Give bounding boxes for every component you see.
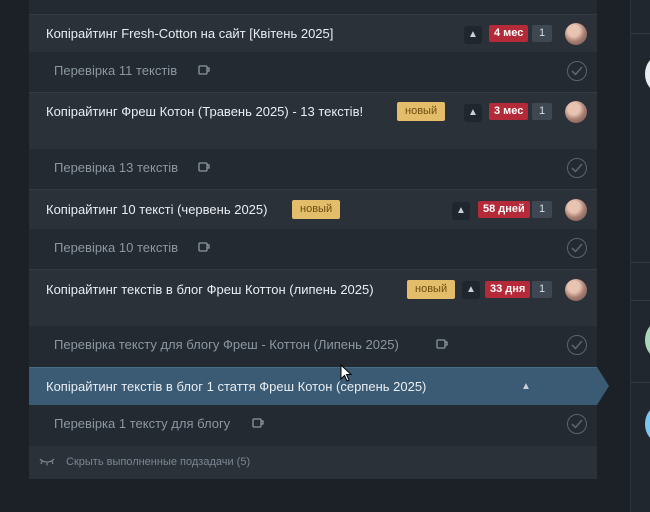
task-title[interactable]: Копірайтинг 10 тексті (червень 2025) [46, 202, 267, 217]
right-panel-divider [631, 262, 650, 263]
task-row[interactable]: Копірайтинг Fresh-Cotton на сайт [Квітен… [29, 14, 597, 52]
mouse-cursor [340, 364, 352, 382]
new-badge: новый [407, 280, 456, 299]
cup-icon [252, 418, 264, 428]
task-title[interactable]: Копірайтинг текстів в блог Фреш Коттон (… [46, 282, 374, 297]
due-badge: 58 дней [478, 201, 530, 218]
chevron-up-icon[interactable]: ▲ [452, 202, 470, 220]
right-panel-divider [631, 300, 650, 301]
avatar [645, 56, 650, 92]
right-panel [630, 0, 650, 512]
check-circle-icon[interactable] [567, 335, 587, 355]
cup-icon [198, 65, 210, 75]
task-row[interactable]: Копірайтинг Фреш Котон (Травень 2025) - … [29, 92, 597, 149]
subtask-title[interactable]: Перевірка 1 тексту для блогу [54, 416, 230, 431]
active-indicator [597, 367, 609, 405]
subtask-row[interactable]: Перевірка 13 текстів [29, 149, 597, 187]
avatar[interactable] [565, 279, 587, 301]
check-circle-icon[interactable] [567, 238, 587, 258]
subtask-row[interactable]: Перевірка 11 текстів [29, 52, 597, 90]
task-title[interactable]: Копірайтинг текстів в блог 1 стаття Фреш… [46, 379, 426, 394]
avatar [645, 406, 650, 442]
check-circle-icon[interactable] [567, 414, 587, 434]
due-badge: 4 мес [489, 25, 529, 42]
right-panel-divider [631, 382, 650, 383]
subtask-count: 1 [532, 25, 552, 42]
check-circle-icon[interactable] [567, 61, 587, 81]
new-badge: новый [292, 200, 341, 219]
due-badge: 3 мес [489, 103, 529, 120]
subtask-row[interactable]: Перевірка 10 текстів [29, 229, 597, 267]
avatar[interactable] [565, 199, 587, 221]
check-circle-icon[interactable] [567, 158, 587, 178]
task-title[interactable]: Копірайтинг Fresh-Cotton на сайт [Квітен… [46, 26, 333, 41]
due-badge: 33 дня [485, 281, 531, 298]
avatar[interactable] [565, 23, 587, 45]
chevron-up-icon[interactable]: ▲ [517, 378, 535, 396]
chevron-up-icon[interactable]: ▲ [462, 281, 480, 299]
chevron-up-icon[interactable]: ▲ [464, 104, 482, 122]
new-badge: новый [397, 102, 446, 121]
subtask-count: 1 [532, 201, 552, 218]
task-row[interactable]: Копірайтинг текстів в блог Фреш Коттон (… [29, 269, 597, 326]
task-row-active[interactable]: Копірайтинг текстів в блог 1 стаття Фреш… [29, 367, 597, 405]
subtask-title[interactable]: Перевірка 10 текстів [54, 240, 178, 255]
cup-icon [198, 242, 210, 252]
task-title[interactable]: Копірайтинг Фреш Котон (Травень 2025) - … [46, 104, 363, 119]
avatar[interactable] [565, 101, 587, 123]
subtask-count: 1 [532, 103, 552, 120]
hide-completed-toggle[interactable]: Скрыть выполненные подзадачи (5) [29, 446, 597, 479]
chevron-up-icon[interactable]: ▲ [464, 26, 482, 44]
subtask-title[interactable]: Перевірка тексту для блогу Фреш - Коттон… [54, 337, 399, 352]
task-row[interactable]: Копірайтинг 10 тексті (червень 2025) нов… [29, 189, 597, 229]
subtask-count: 1 [532, 281, 552, 298]
eye-closed-icon [39, 458, 55, 466]
cup-icon [198, 162, 210, 172]
subtask-title[interactable]: Перевірка 11 текстів [54, 63, 177, 78]
hide-completed-label[interactable]: Скрыть выполненные подзадачи (5) [66, 456, 250, 468]
cup-icon [436, 339, 448, 349]
subtask-row[interactable]: Перевірка 1 тексту для блогу [29, 405, 597, 443]
right-panel-divider [631, 33, 650, 34]
subtask-title[interactable]: Перевірка 13 текстів [54, 160, 178, 175]
subtask-row[interactable]: Перевірка тексту для блогу Фреш - Коттон… [29, 326, 597, 364]
avatar [645, 322, 650, 358]
